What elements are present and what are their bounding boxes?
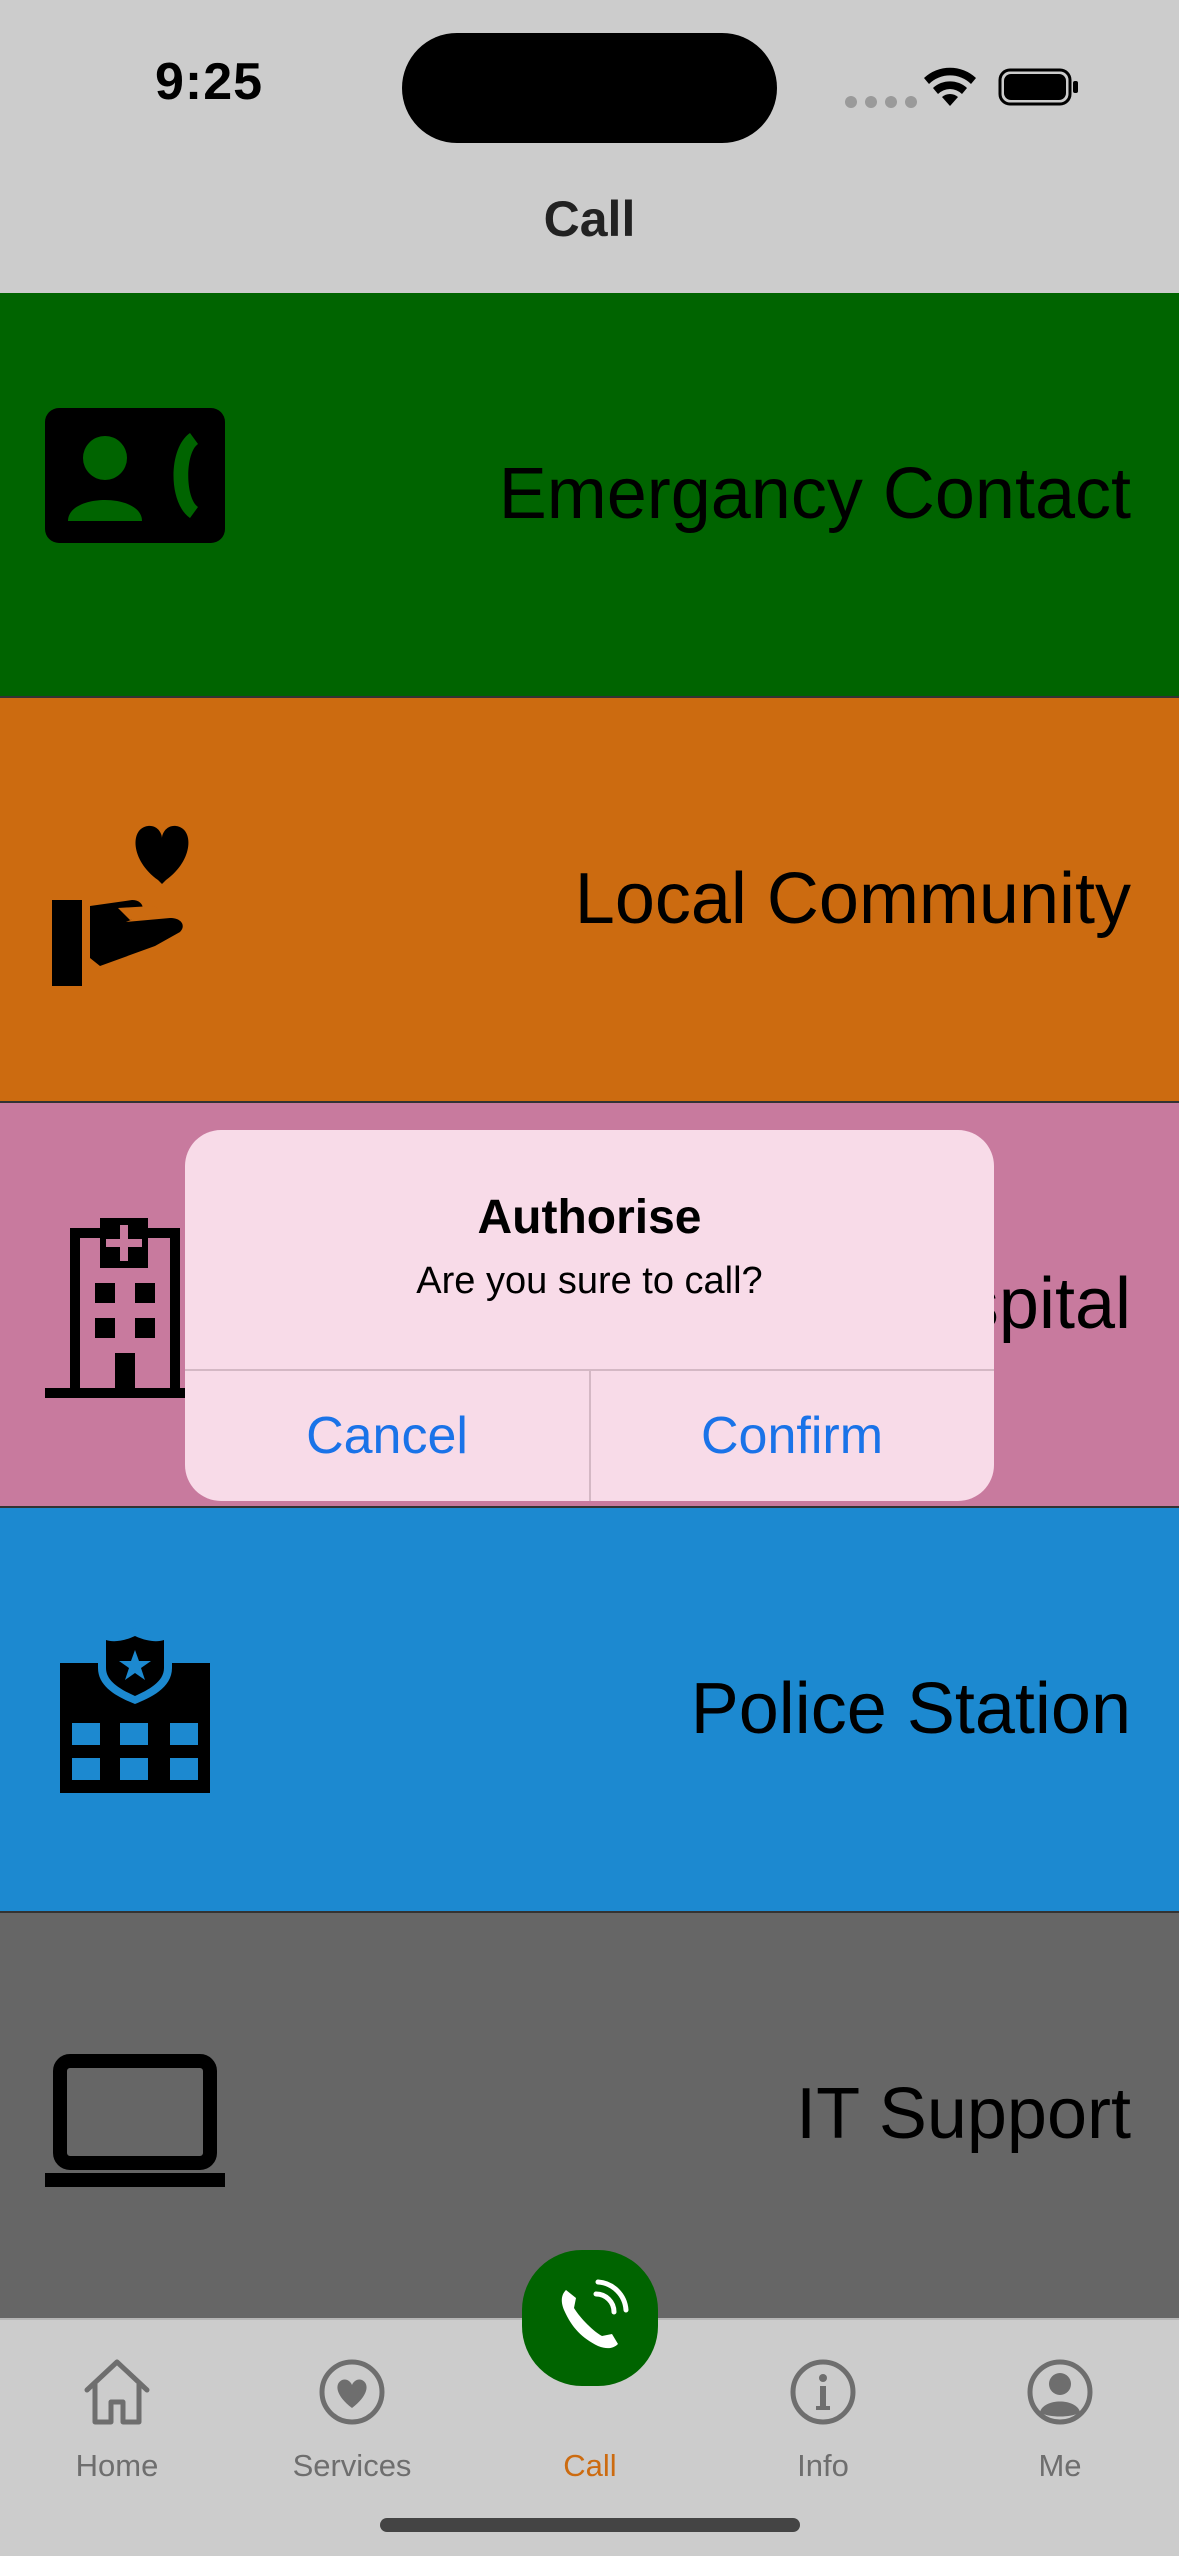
heart-circle-icon bbox=[319, 2359, 385, 2425]
cancel-button[interactable]: Cancel bbox=[185, 1371, 589, 1501]
tab-info[interactable]: Info bbox=[733, 2340, 913, 2490]
alert-message: Are you sure to call? bbox=[416, 1260, 763, 1302]
contact-label: Local Community bbox=[574, 859, 1131, 939]
contact-label: IT Support bbox=[796, 2074, 1131, 2154]
status-time: 9:25 bbox=[155, 53, 264, 111]
tab-home[interactable]: Home bbox=[27, 2340, 207, 2490]
tab-me[interactable]: Me bbox=[970, 2340, 1150, 2490]
confirm-button[interactable]: Confirm bbox=[590, 1371, 994, 1501]
hand-heart-icon bbox=[52, 825, 189, 986]
home-indicator bbox=[380, 2518, 800, 2532]
tab-label: Call bbox=[563, 2448, 617, 2483]
wifi-icon bbox=[924, 67, 976, 106]
phone-icon bbox=[561, 2279, 629, 2349]
contact-label: Police Station bbox=[690, 1669, 1131, 1749]
authorise-alert: Authorise Are you sure to call? Cancel C… bbox=[185, 1130, 994, 1501]
tab-label: Me bbox=[1038, 2448, 1082, 2483]
status-bar: 9:25 bbox=[0, 0, 1179, 170]
contact-row-police[interactable]: Police Station bbox=[0, 1508, 1179, 1913]
call-fab-button[interactable] bbox=[522, 2250, 658, 2386]
page-title: Call bbox=[543, 191, 636, 247]
cellular-signal-icon bbox=[845, 96, 917, 108]
profile-icon bbox=[1027, 2359, 1093, 2425]
alert-title: Authorise bbox=[477, 1191, 702, 1244]
tab-label: Services bbox=[292, 2448, 412, 2483]
call-screen: 9:25 Call Emergancy Contact Local Commun… bbox=[0, 0, 1179, 2556]
battery-icon bbox=[998, 68, 1078, 106]
contact-phone-icon bbox=[45, 408, 225, 543]
tab-services[interactable]: Services bbox=[262, 2340, 442, 2490]
contact-label: Emergancy Contact bbox=[498, 454, 1131, 534]
contact-row-community[interactable]: Local Community bbox=[0, 698, 1179, 1103]
laptop-icon bbox=[45, 2054, 225, 2187]
dynamic-island bbox=[402, 33, 777, 143]
contact-row-emergency[interactable]: Emergancy Contact bbox=[0, 293, 1179, 698]
info-icon bbox=[790, 2359, 856, 2425]
tab-label: Info bbox=[797, 2448, 849, 2483]
home-icon bbox=[84, 2359, 150, 2425]
police-station-icon bbox=[60, 1628, 210, 1793]
tab-label: Home bbox=[75, 2448, 159, 2483]
